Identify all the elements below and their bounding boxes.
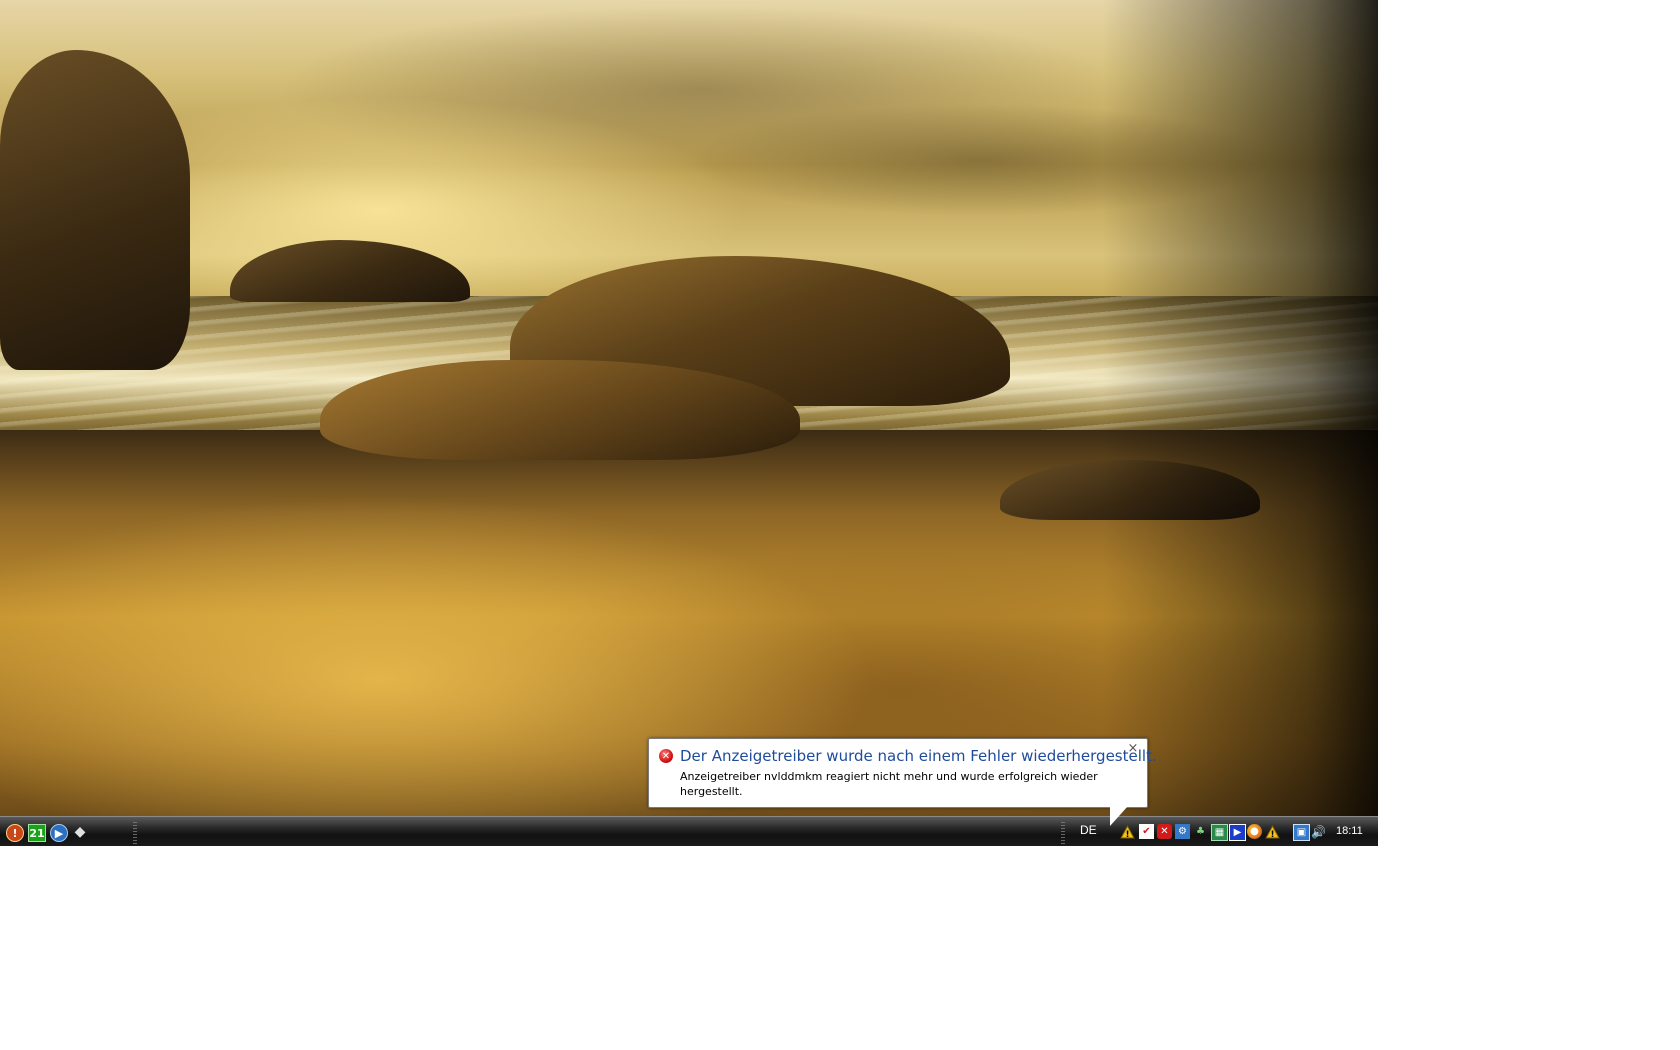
red-x-icon[interactable]: ✕ [1157,824,1172,839]
info-shield-icon[interactable]: ! [6,824,24,842]
clock[interactable]: 18:11 [1336,825,1363,837]
taskbar: ! 21 ▶ ◆ DE ! ✔ ✕ ⚙ ♣ ▦ ▶ ● ! ▣ 🔊 18:11 [0,816,1378,846]
error-icon: ✕ [659,749,673,763]
diamond-icon[interactable]: ◆ [72,824,88,840]
firefox-icon[interactable]: ● [1247,824,1262,839]
close-icon[interactable]: × [1127,742,1139,755]
desktop: ! 21 ▶ ◆ DE ! ✔ ✕ ⚙ ♣ ▦ ▶ ● ! ▣ 🔊 18:11 [0,0,1378,846]
red-check-icon[interactable]: ✔ [1139,824,1154,839]
tray-grip[interactable] [1061,822,1065,844]
notification-title: Der Anzeigetreiber wurde nach einem Fehl… [680,747,1157,765]
monitor-icon[interactable]: ▦ [1211,824,1228,841]
notification-tail [1110,806,1128,826]
volume-icon[interactable]: 🔊 [1311,824,1326,839]
network-icon[interactable]: ▣ [1293,824,1310,841]
warning-icon[interactable]: ! [1120,824,1135,839]
play-icon[interactable]: ▶ [1229,824,1246,841]
network-tool-icon[interactable]: ⚙ [1175,824,1190,839]
notification-balloon[interactable]: ✕ Der Anzeigetreiber wurde nach einem Fe… [648,738,1157,808]
media-player-icon[interactable]: ▶ [50,824,68,842]
language-indicator[interactable]: DE [1080,823,1097,837]
svg-text:!: ! [1270,830,1274,839]
warning-icon[interactable]: ! [1265,824,1280,839]
notification-message: Anzeigetreiber nvlddmkm reagiert nicht m… [680,770,1098,798]
wallpaper-sky [0,0,1378,300]
quick-launch-grip[interactable] [133,822,137,844]
wallpaper-rock-cliff [0,50,190,370]
calendar-icon[interactable]: 21 [28,824,46,842]
svg-text:!: ! [1125,830,1129,839]
usb-icon[interactable]: ♣ [1193,824,1208,839]
